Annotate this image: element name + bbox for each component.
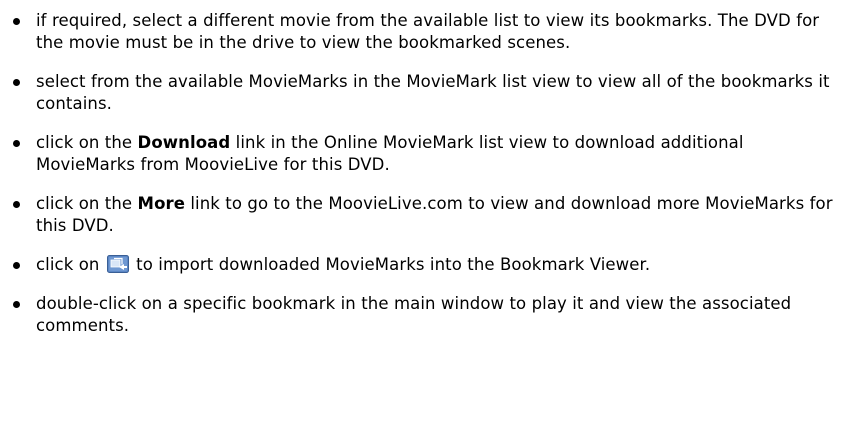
import-moviemarks-icon — [106, 255, 129, 273]
list-item-text-before: click on — [36, 255, 105, 274]
list-item-text: if required, select a different movie fr… — [36, 11, 820, 52]
list-item-text: double-click on a specific bookmark in t… — [36, 294, 792, 335]
list-item: click on the Download link in the Online… — [12, 132, 842, 176]
list-item-text-before: click on the — [36, 194, 138, 213]
bullet-icon — [13, 18, 20, 25]
list-item-text-before: click on the — [36, 133, 138, 152]
list-item-text-after: to import downloaded MovieMarks into the… — [130, 255, 651, 274]
list-item: click on to import downloaded MovieMarks… — [12, 254, 842, 276]
list-item: if required, select a different movie fr… — [12, 10, 842, 54]
download-link-label: Download — [137, 133, 231, 152]
bullet-icon — [13, 79, 20, 86]
bullet-icon — [13, 301, 20, 308]
bullet-icon — [13, 201, 20, 208]
bullet-icon — [13, 262, 20, 269]
list-item: select from the available MovieMarks in … — [12, 71, 842, 115]
list-item: double-click on a specific bookmark in t… — [12, 293, 842, 337]
list-item: click on the More link to go to the Moov… — [12, 193, 842, 237]
more-link-label: More — [137, 194, 186, 213]
list-item-text: select from the available MovieMarks in … — [36, 72, 830, 113]
instruction-list: if required, select a different movie fr… — [12, 10, 842, 354]
bullet-icon — [13, 140, 20, 147]
